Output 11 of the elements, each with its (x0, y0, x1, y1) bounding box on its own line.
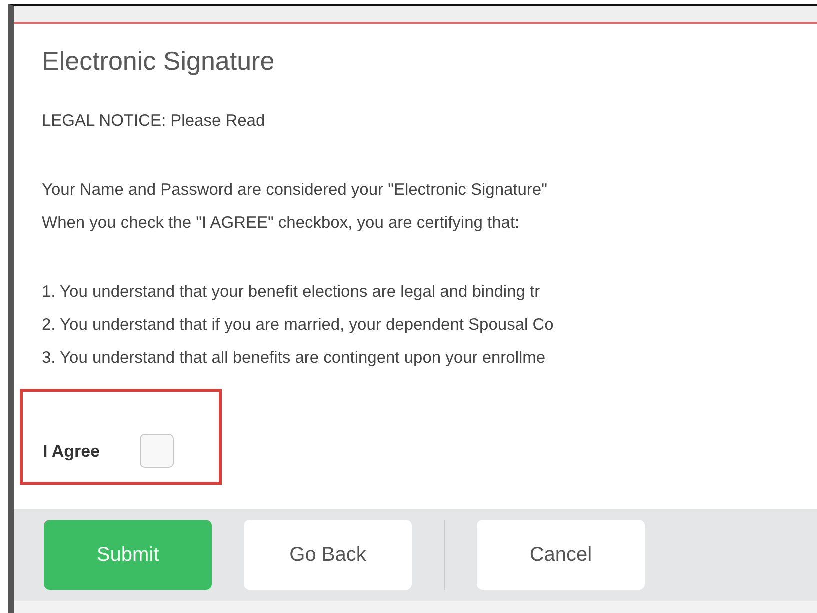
dialog-title: Electronic Signature (42, 46, 276, 77)
notice-text: LEGAL NOTICE: Please Read (42, 111, 266, 132)
action-button[interactable]: Cancel (477, 520, 645, 590)
intro-text: Your Name and Password are considered your "Electronic Signature" (42, 180, 548, 201)
agree-label: I Agree (43, 442, 100, 462)
intro-text: When you check the "I AGREE" checkbox, you are certifying that: (42, 213, 521, 234)
term-text: 1. You understand that your benefit elections are legal and binding tr (42, 282, 542, 303)
agree-checkbox[interactable] (140, 434, 174, 468)
term-text: 2. You understand that if you are married, your dependent Spousal Co (42, 315, 555, 336)
action-button[interactable]: Go Back (244, 520, 412, 590)
term-text: 3. You understand that all benefits are contingent upon your enrollme (42, 348, 547, 369)
